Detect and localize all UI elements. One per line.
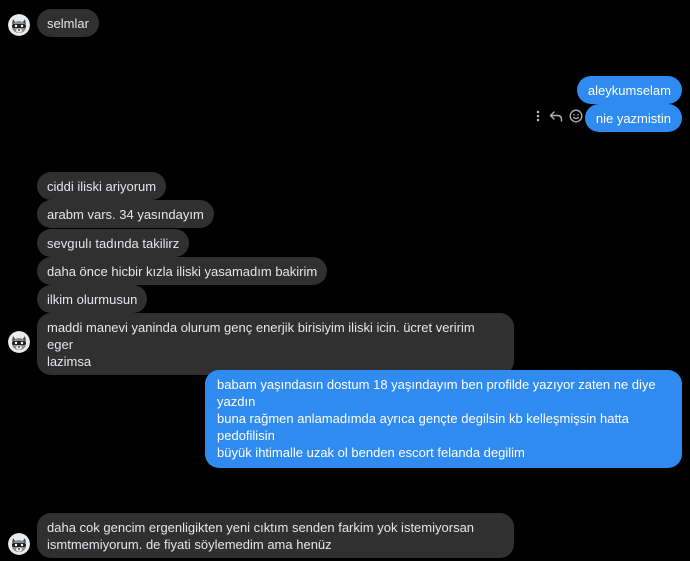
incoming-message[interactable]: daha cok gencim ergenligikten yeni cıktı… bbox=[37, 513, 514, 558]
contact-avatar[interactable] bbox=[8, 331, 30, 353]
message-text-line: babam yaşındasın dostum 18 yaşındayım be… bbox=[217, 377, 656, 409]
chat-thread: selmlar aleykumselam nie yazmistin ciddi… bbox=[0, 0, 690, 561]
incoming-message[interactable]: selmlar bbox=[37, 9, 99, 37]
message-text-line: maddi manevi yaninda olurum genç enerjik… bbox=[47, 320, 475, 352]
smiley-icon[interactable] bbox=[569, 109, 583, 123]
incoming-message[interactable]: ilkim olurmusun bbox=[37, 285, 148, 313]
message-text-line: lazimsa bbox=[47, 354, 92, 369]
message-text-line: ismtmemiyorum. de fiyati söylemedim ama … bbox=[47, 537, 332, 552]
raccoon-avatar-icon bbox=[8, 14, 30, 36]
incoming-message[interactable]: ciddi iliski ariyorum bbox=[37, 172, 167, 200]
incoming-message[interactable]: maddi manevi yaninda olurum genç enerjik… bbox=[37, 313, 514, 375]
incoming-message[interactable]: arabm vars. 34 yasındayım bbox=[37, 200, 214, 228]
reply-icon[interactable] bbox=[549, 109, 563, 123]
message-text: nie yazmistin bbox=[595, 111, 671, 126]
message-text: aleykumselam bbox=[587, 83, 671, 98]
message-text: selmlar bbox=[47, 16, 89, 31]
message-text: sevgıulı tadında takilirz bbox=[47, 236, 180, 251]
raccoon-avatar-icon bbox=[8, 533, 30, 555]
message-text-line: daha cok gencim ergenligikten yeni cıktı… bbox=[47, 520, 475, 535]
message-text: arabm vars. 34 yasındayım bbox=[47, 207, 204, 222]
more-vertical-icon[interactable] bbox=[533, 109, 543, 123]
incoming-message[interactable]: sevgıulı tadında takilirz bbox=[37, 229, 190, 257]
contact-avatar[interactable] bbox=[8, 14, 30, 36]
raccoon-avatar-icon bbox=[8, 331, 30, 353]
outgoing-message[interactable]: aleykumselam bbox=[576, 76, 682, 104]
message-text-line: buna rağmen anlamadımda ayrıca gençte de… bbox=[217, 411, 629, 443]
message-text: daha önce hicbir kızla iliski yasamadım … bbox=[47, 264, 318, 279]
message-text: ciddi iliski ariyorum bbox=[47, 179, 157, 194]
outgoing-message[interactable]: babam yaşındasın dostum 18 yaşındayım be… bbox=[205, 370, 682, 468]
message-text: ilkim olurmusun bbox=[47, 292, 138, 307]
message-actions bbox=[533, 109, 583, 123]
message-text-line: büyük ihtimalle uzak ol benden escort fe… bbox=[217, 445, 525, 460]
outgoing-message[interactable]: nie yazmistin bbox=[584, 104, 682, 132]
contact-avatar[interactable] bbox=[8, 533, 30, 555]
incoming-message[interactable]: daha önce hicbir kızla iliski yasamadım … bbox=[37, 257, 328, 285]
